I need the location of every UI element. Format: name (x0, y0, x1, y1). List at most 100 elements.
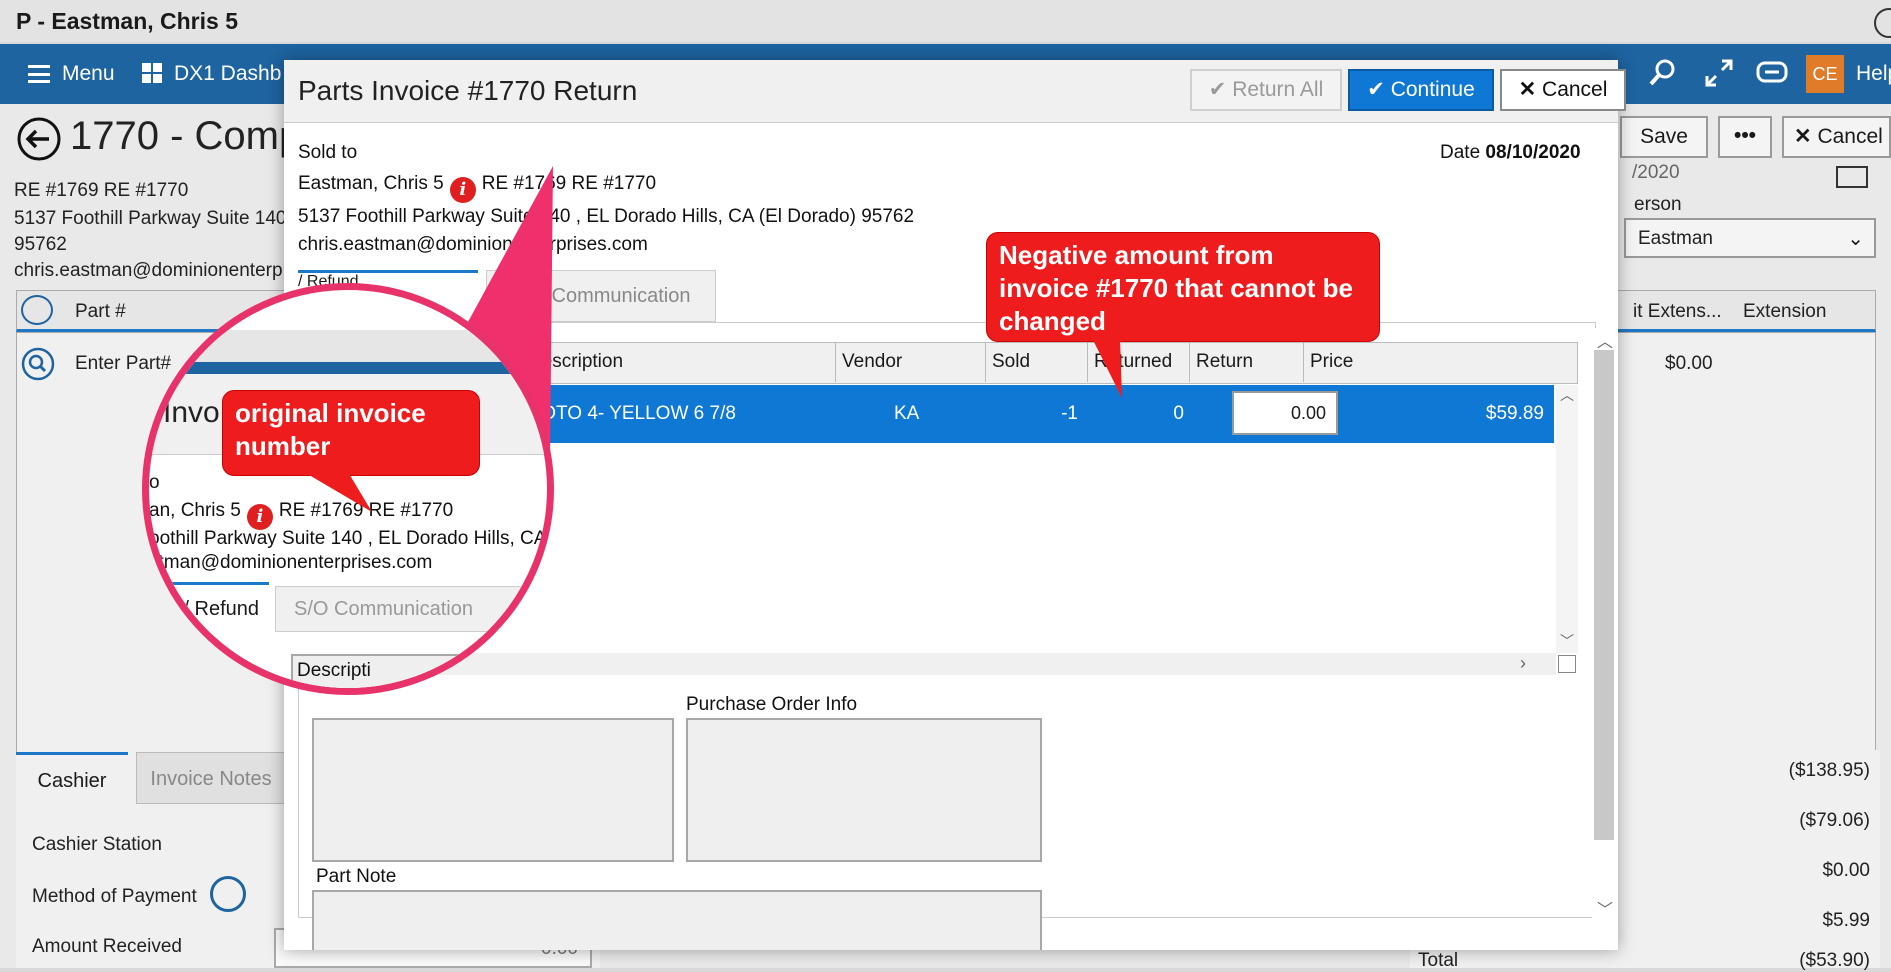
menu-label: Menu (62, 62, 115, 85)
total-value: ($53.90) (1799, 950, 1870, 971)
col-part: Part # (75, 301, 126, 322)
col-sold[interactable]: Sold (986, 342, 1088, 382)
more-button[interactable]: ••• (1718, 116, 1772, 158)
continue-button[interactable]: ✔ Continue (1348, 69, 1494, 111)
bg-address: 5137 Foothill Parkway Suite 140 (14, 208, 287, 229)
return-all-label: Return All (1232, 78, 1324, 101)
tab-cashier[interactable]: Cashier (16, 752, 128, 804)
check-icon: ✔ (1208, 78, 1227, 101)
expand-icon[interactable] (1704, 58, 1734, 94)
window-title: P - Eastman, Chris 5 (16, 8, 238, 34)
window-titlebar: P - Eastman, Chris 5 (0, 0, 1891, 42)
help-link[interactable]: Help (1856, 62, 1891, 86)
bg-email: chris.eastman@dominionenterp (14, 260, 283, 281)
outer-scrollbar-thumb[interactable] (1594, 350, 1614, 840)
page-title: 1770 - Comp (70, 114, 302, 158)
close-window-icon[interactable] (1874, 8, 1891, 38)
method-of-payment-label: Method of Payment (32, 886, 197, 907)
row-sold: -1 (1061, 403, 1078, 424)
col-extension: Extension (1743, 301, 1827, 322)
bg-invoice-refs: RE #1769 RE #1770 (14, 180, 189, 201)
col-unit-extension: it Extens... (1633, 301, 1722, 322)
part-note-label: Part Note (316, 866, 397, 887)
date-value: 08/10/2020 (1485, 142, 1581, 163)
col-return[interactable]: Return (1190, 342, 1304, 382)
grid-scroll-down-icon[interactable]: ﹀ (1560, 631, 1574, 651)
film-icon[interactable] (21, 295, 53, 325)
date-label: Date (1440, 142, 1481, 163)
amount-received-label: Amount Received (32, 936, 182, 957)
date-field: Date 08/10/2020 (1440, 142, 1581, 164)
hamburger-icon (28, 65, 50, 83)
zoom-customer-name: an, Chris 5 (149, 500, 241, 521)
grid-vertical-scrollbar[interactable]: ︿ ﹀ (1556, 385, 1578, 653)
bg-zip: 95762 (14, 234, 67, 255)
grid-options-icon[interactable] (1558, 655, 1576, 673)
zoom-navbar-strip (149, 362, 547, 374)
bg-cancel-button[interactable]: ✕ Cancel (1782, 116, 1891, 158)
scroll-down-icon[interactable]: ﹀ (1597, 896, 1613, 920)
col-vendor[interactable]: Vendor (836, 342, 986, 382)
zoom-tab-so: S/O Communication (275, 586, 547, 632)
col-price[interactable]: Price (1304, 342, 1504, 382)
zoom-sold-to: o (149, 472, 160, 493)
description-panel[interactable] (312, 718, 674, 862)
menu-button[interactable]: Menu (28, 62, 115, 86)
dashboard-label: DX1 Dashb (174, 62, 282, 85)
negative-amount-pointer (1092, 338, 1122, 398)
part-note-panel[interactable] (312, 890, 1042, 950)
dialog-header: Parts Invoice #1770 Return ✔ Return All … (284, 60, 1626, 123)
search-part-icon[interactable] (21, 347, 55, 386)
continue-label: Continue (1390, 78, 1475, 101)
total-label: Total (1418, 950, 1459, 971)
zoom-info-icon: i (246, 504, 273, 530)
sold-to-label: Sold to (298, 142, 358, 163)
save-button[interactable]: Save (1620, 116, 1708, 158)
total-line-3: $0.00 (1822, 860, 1870, 881)
return-all-button[interactable]: ✔ Return All (1190, 69, 1342, 111)
bg-cancel-label: Cancel (1817, 125, 1883, 148)
zoom-description-label: Descripti (297, 660, 371, 681)
zoom-customer-line: an, Chris 5 i RE #1769 RE #1770 (149, 500, 453, 530)
total-line-1: ($138.95) (1788, 760, 1870, 781)
check-icon: ✔ (1367, 78, 1385, 101)
tab-invoice-notes[interactable]: Invoice Notes (136, 752, 286, 804)
bg-salesperson-label: erson (1634, 194, 1682, 215)
grid-scroll-up-icon[interactable]: ︿ (1560, 385, 1574, 405)
outer-scrollbar[interactable]: ︿ ﹀ (1592, 328, 1616, 920)
user-avatar[interactable]: CE (1806, 55, 1844, 93)
close-icon: ✕ (1518, 78, 1537, 101)
chevron-down-icon: ⌄ (1847, 228, 1864, 250)
close-icon: ✕ (1794, 125, 1812, 148)
salesperson-value: Eastman (1638, 228, 1713, 249)
zoom-tab-refund: / Refund (149, 582, 269, 632)
grid-scroll-right-icon[interactable]: › (1520, 653, 1526, 674)
total-line-4: $5.99 (1822, 910, 1870, 931)
dashboard-button[interactable]: DX1 Dashb (142, 62, 281, 86)
row-price: $59.89 (1485, 403, 1544, 424)
return-quantity-input[interactable]: 0.00 (1232, 391, 1338, 435)
negative-amount-callout: Negative amount from invoice #1770 that … (986, 232, 1380, 342)
calendar-icon[interactable] (1836, 166, 1868, 188)
cancel-label: Cancel (1542, 78, 1608, 101)
zoom-email: stman@dominionenterprises.com (149, 552, 433, 573)
search-icon[interactable] (1648, 58, 1678, 94)
purchase-order-panel[interactable] (686, 718, 1042, 862)
cancel-button[interactable]: ✕ Cancel (1500, 69, 1626, 111)
scroll-up-icon[interactable]: ︿ (1597, 328, 1613, 352)
back-arrow-icon[interactable] (16, 116, 62, 167)
purchase-order-label: Purchase Order Info (686, 694, 858, 715)
dialog-title: Parts Invoice #1770 Return (298, 75, 638, 106)
zoom-title: Invo (163, 396, 220, 429)
salesperson-select[interactable]: Eastman ⌄ (1624, 218, 1876, 258)
refresh-icon[interactable] (210, 876, 246, 912)
dashboard-icon (142, 63, 162, 83)
original-invoice-pointer (304, 472, 372, 512)
zoom-header-strip (149, 330, 547, 362)
zoom-content: Descripti (149, 632, 547, 688)
bg-date: /2020 (1632, 162, 1680, 183)
original-invoice-callout: original invoice number (222, 390, 480, 476)
chat-icon[interactable] (1756, 60, 1788, 94)
row-vendor: KA (894, 403, 920, 424)
extension-value: $0.00 (1665, 353, 1713, 374)
